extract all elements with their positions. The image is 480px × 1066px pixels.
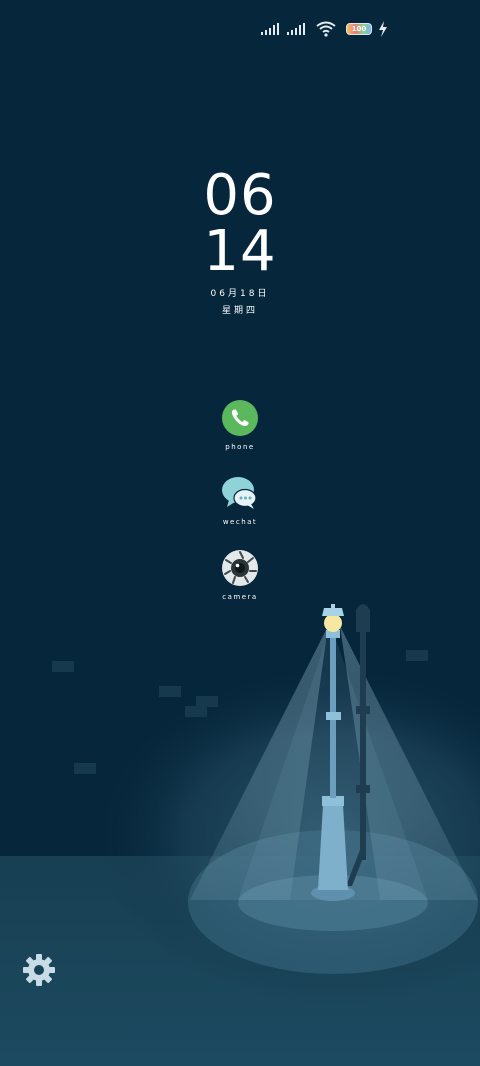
phone-icon bbox=[222, 400, 258, 436]
clock-minute: 14 bbox=[203, 219, 277, 284]
wifi-icon bbox=[316, 21, 336, 37]
status-bar: 100 bbox=[260, 18, 388, 40]
phone-label: phone bbox=[225, 443, 255, 451]
wechat-shortcut[interactable]: wechat bbox=[210, 474, 270, 526]
gear-icon bbox=[23, 954, 55, 986]
lightning-bolt-icon bbox=[378, 21, 388, 37]
clock-widget: 06 14 06月18日 星期四 bbox=[0, 163, 480, 317]
clock-hour: 06 bbox=[203, 163, 277, 228]
camera-shortcut[interactable]: camera bbox=[210, 549, 270, 601]
phone-shortcut[interactable]: phone bbox=[210, 399, 270, 451]
wechat-label: wechat bbox=[222, 518, 258, 526]
chat-bubbles-icon bbox=[222, 477, 257, 509]
clock-date: 06月18日 bbox=[210, 289, 270, 299]
camera-lens-icon bbox=[222, 550, 258, 586]
settings-button[interactable] bbox=[21, 952, 57, 988]
signal-bars-icon bbox=[260, 22, 280, 36]
signal-bars-icon bbox=[286, 22, 306, 36]
battery-level-text: 100 bbox=[351, 24, 367, 33]
battery-indicator: 100 bbox=[346, 23, 372, 35]
street-lamp-illustration bbox=[0, 0, 480, 1066]
camera-label: camera bbox=[222, 593, 258, 601]
lock-screen: 100 06 14 06月18日 星期四 phone wechat camera bbox=[0, 0, 480, 1066]
clock-weekday: 星期四 bbox=[221, 306, 258, 316]
